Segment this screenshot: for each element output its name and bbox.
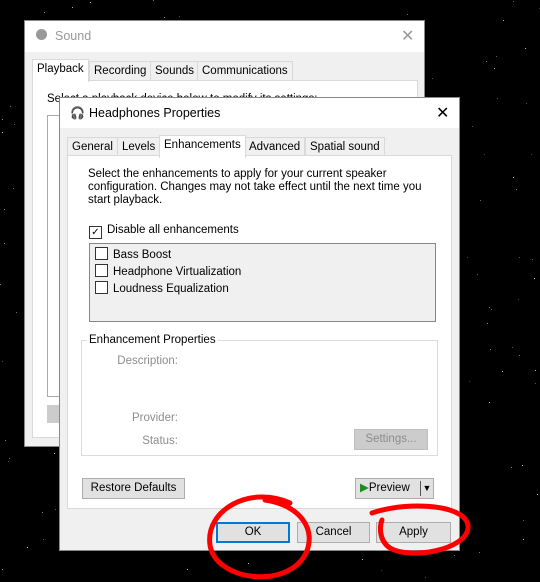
apply-annotation-circle — [369, 503, 471, 556]
red-annotation-circles — [207, 494, 471, 580]
tab-enhancements[interactable]: Enhancements — [159, 135, 246, 158]
ok-annotation-circle — [207, 494, 312, 580]
tab-playback[interactable]: Playback — [32, 59, 89, 82]
